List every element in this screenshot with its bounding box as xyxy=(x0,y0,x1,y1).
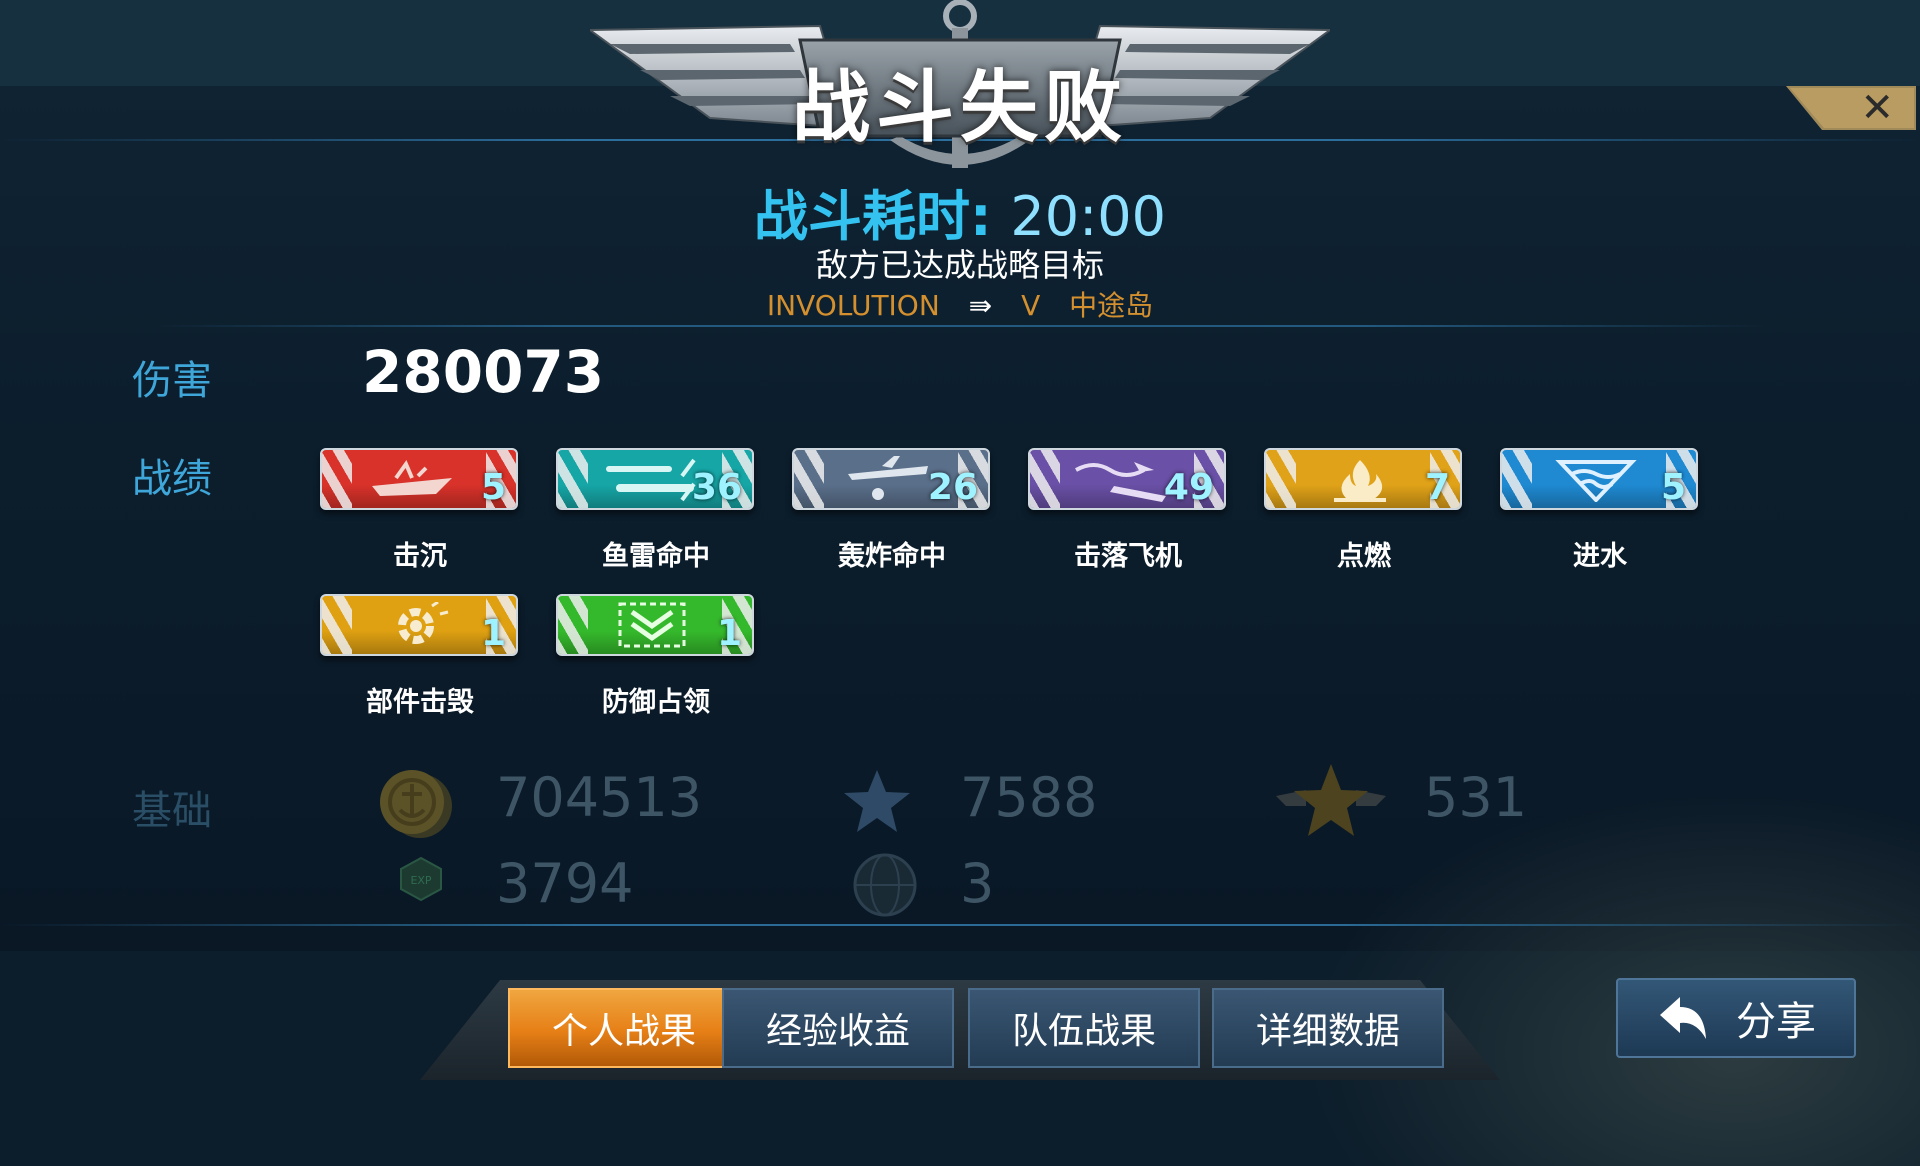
close-icon: ✕ xyxy=(1860,85,1894,131)
duration-value: 20:00 xyxy=(1010,185,1167,248)
record-badge: 1 防御占领 xyxy=(556,594,756,719)
plane-shot-down-icon xyxy=(1075,462,1166,502)
badge-count: 1 xyxy=(480,613,506,654)
share-arrow-icon xyxy=(1660,997,1706,1039)
globe-value: 3 xyxy=(960,852,995,915)
badge-tile: 1 xyxy=(320,594,518,656)
badge-tile: 7 xyxy=(1264,448,1462,510)
tab-detailed-data[interactable]: 详细数据 xyxy=(1212,988,1444,1068)
badge-count: 36 xyxy=(691,467,742,508)
badge-label: 防御占领 xyxy=(602,687,710,718)
map-name: 中途岛 xyxy=(1069,289,1154,322)
tab-personal-result[interactable]: 个人战果 xyxy=(508,988,740,1068)
badge-count: 49 xyxy=(1163,467,1214,508)
badge-count: 26 xyxy=(927,467,978,508)
share-label: 分享 xyxy=(1736,999,1816,1045)
base-label: 基础 xyxy=(132,788,212,834)
divider-bottom xyxy=(0,924,1920,926)
star-icon xyxy=(844,770,910,832)
record-badge: 1 部件击毁 xyxy=(320,594,520,719)
defeat-emblem: 战斗失败 xyxy=(587,0,1333,180)
battle-info: INVOLUTION ⇛ V 中途岛 xyxy=(0,284,1920,324)
record-badge: 5 进水 xyxy=(1500,448,1700,573)
badge-tile: 5 xyxy=(320,448,518,510)
coin-value: 704513 xyxy=(496,766,703,829)
gear-broken-icon xyxy=(398,602,449,644)
svg-text:EXP: EXP xyxy=(410,874,431,887)
divider-mid xyxy=(150,325,1770,327)
badge-count: 7 xyxy=(1424,467,1450,508)
badge-label: 击落飞机 xyxy=(1074,541,1182,572)
tab-team-result[interactable]: 队伍战果 xyxy=(968,988,1200,1068)
team-name: INVOLUTION xyxy=(766,289,940,322)
coin-anchor-icon xyxy=(380,770,452,838)
record-badge: 26 轰炸命中 xyxy=(792,448,992,573)
exp-icon: EXP xyxy=(400,856,442,902)
badge-label: 部件击毁 xyxy=(366,687,474,718)
duration-label: 战斗耗时: xyxy=(753,185,992,248)
badge-count: 1 xyxy=(716,613,742,654)
torpedo-icon xyxy=(606,458,696,502)
arrow-right-icon: ⇛ xyxy=(968,289,993,322)
battle-mode: V xyxy=(1021,289,1041,322)
damage-label: 伤害 xyxy=(132,358,212,404)
badge-tile: 49 xyxy=(1028,448,1226,510)
defeat-reason: 敌方已达成战略目标 xyxy=(815,246,1104,284)
close-button[interactable]: ✕ xyxy=(1786,86,1916,130)
share-button[interactable]: 分享 xyxy=(1616,978,1856,1058)
result-title: 战斗失败 xyxy=(791,63,1128,153)
badge-tile: 36 xyxy=(556,448,754,510)
ship-sinking-icon xyxy=(372,459,452,496)
badge-label: 轰炸命中 xyxy=(838,541,946,572)
winged-star-icon xyxy=(1276,764,1386,836)
star-value: 7588 xyxy=(960,766,1098,829)
badge-count: 5 xyxy=(1660,467,1686,508)
record-badge: 49 击落飞机 xyxy=(1028,448,1228,573)
badge-tile: 1 xyxy=(556,594,754,656)
exp-value: 3794 xyxy=(496,852,634,915)
record-label: 战绩 xyxy=(132,456,212,502)
rank-value: 531 xyxy=(1424,766,1528,829)
record-badge: 7 点燃 xyxy=(1264,448,1464,573)
record-badge: 36 鱼雷命中 xyxy=(556,448,756,573)
badge-label: 进水 xyxy=(1573,541,1627,572)
result-tabs: 个人战果 经验收益 队伍战果 详细数据 xyxy=(420,980,1500,1080)
tab-exp-gain[interactable]: 经验收益 xyxy=(722,988,954,1068)
globe-icon xyxy=(853,853,917,917)
badge-count: 5 xyxy=(480,467,506,508)
badge-label: 点燃 xyxy=(1337,541,1391,572)
chevron-down-icon xyxy=(618,602,686,648)
badge-label: 击沉 xyxy=(393,541,447,572)
flooding-icon xyxy=(1555,460,1637,502)
badge-tile: 26 xyxy=(792,448,990,510)
record-badge: 5 击沉 xyxy=(320,448,520,573)
fire-icon xyxy=(1334,460,1386,502)
bomber-icon xyxy=(848,456,928,500)
damage-value: 280073 xyxy=(362,338,605,406)
badge-tile: 5 xyxy=(1500,448,1698,510)
badge-label: 鱼雷命中 xyxy=(602,541,710,572)
